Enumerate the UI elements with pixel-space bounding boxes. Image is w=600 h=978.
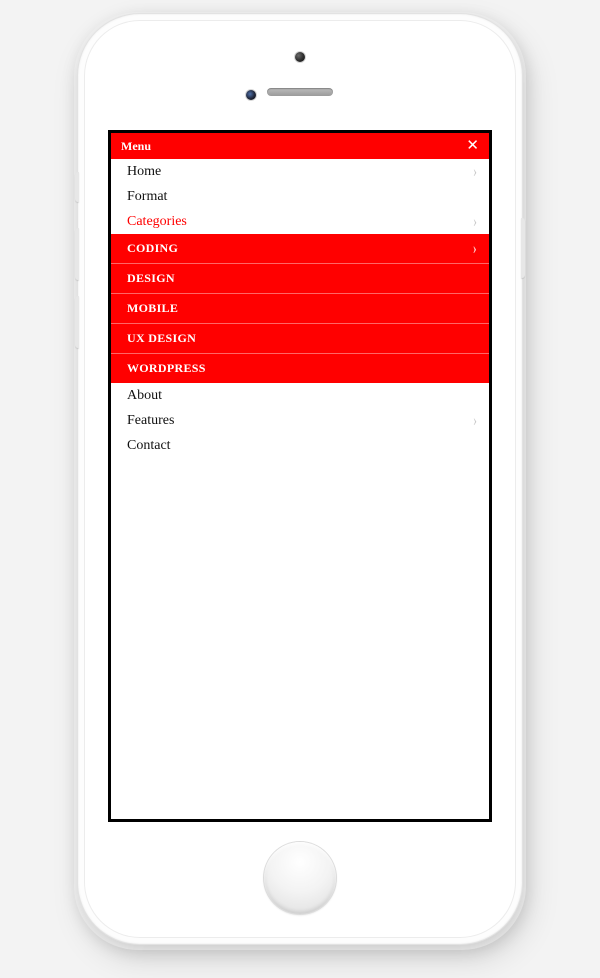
submenu-item-ux-design[interactable]: UX DESIGN: [111, 324, 489, 354]
phone-frame: Menu ✕ Home › Format Categories ›: [78, 14, 522, 944]
menu-item-format[interactable]: Format: [111, 184, 489, 209]
submenu-item-label: MOBILE: [127, 301, 178, 316]
home-button[interactable]: [264, 842, 336, 914]
menu-item-label: Format: [127, 189, 167, 205]
earpiece-speaker-icon: [267, 88, 333, 96]
menu-item-categories[interactable]: Categories ›: [111, 209, 489, 234]
menu-item-label: Home: [127, 164, 161, 180]
menu-title: Menu: [121, 139, 151, 154]
menu-item-contact[interactable]: Contact: [111, 433, 489, 458]
mute-switch[interactable]: [75, 172, 79, 202]
volume-up-button[interactable]: [75, 228, 79, 280]
power-button[interactable]: [521, 218, 525, 278]
menu-item-home[interactable]: Home ›: [111, 159, 489, 184]
chevron-right-icon: ›: [473, 238, 477, 259]
front-camera-icon: [295, 52, 305, 62]
submenu-item-wordpress[interactable]: WORDPRESS: [111, 354, 489, 383]
chevron-right-icon: ›: [473, 211, 477, 232]
submenu-item-label: DESIGN: [127, 271, 175, 286]
submenu-item-coding[interactable]: CODING ›: [111, 234, 489, 264]
chevron-right-icon: ›: [473, 161, 477, 182]
submenu-item-label: UX DESIGN: [127, 331, 196, 346]
submenu-item-label: CODING: [127, 241, 178, 256]
submenu-categories: CODING › DESIGN MOBILE UX DESIGN: [111, 234, 489, 383]
menu-item-label: Categories: [127, 214, 187, 230]
main-menu-list: Home › Format Categories › CODING ›: [111, 159, 489, 458]
menu-item-label: About: [127, 388, 162, 404]
menu-header: Menu ✕: [111, 133, 489, 159]
menu-item-label: Features: [127, 413, 174, 429]
close-icon[interactable]: ✕: [466, 139, 479, 154]
chevron-right-icon: ›: [473, 410, 477, 431]
submenu-item-label: WORDPRESS: [127, 361, 206, 376]
submenu-item-design[interactable]: DESIGN: [111, 264, 489, 294]
menu-item-label: Contact: [127, 438, 171, 454]
menu-item-about[interactable]: About: [111, 383, 489, 408]
submenu-list: CODING › DESIGN MOBILE UX DESIGN: [111, 234, 489, 383]
submenu-item-mobile[interactable]: MOBILE: [111, 294, 489, 324]
volume-down-button[interactable]: [75, 296, 79, 348]
phone-bezel: Menu ✕ Home › Format Categories ›: [84, 20, 516, 938]
menu-item-features[interactable]: Features ›: [111, 408, 489, 433]
proximity-sensor-icon: [246, 90, 256, 100]
app-screen: Menu ✕ Home › Format Categories ›: [108, 130, 492, 822]
